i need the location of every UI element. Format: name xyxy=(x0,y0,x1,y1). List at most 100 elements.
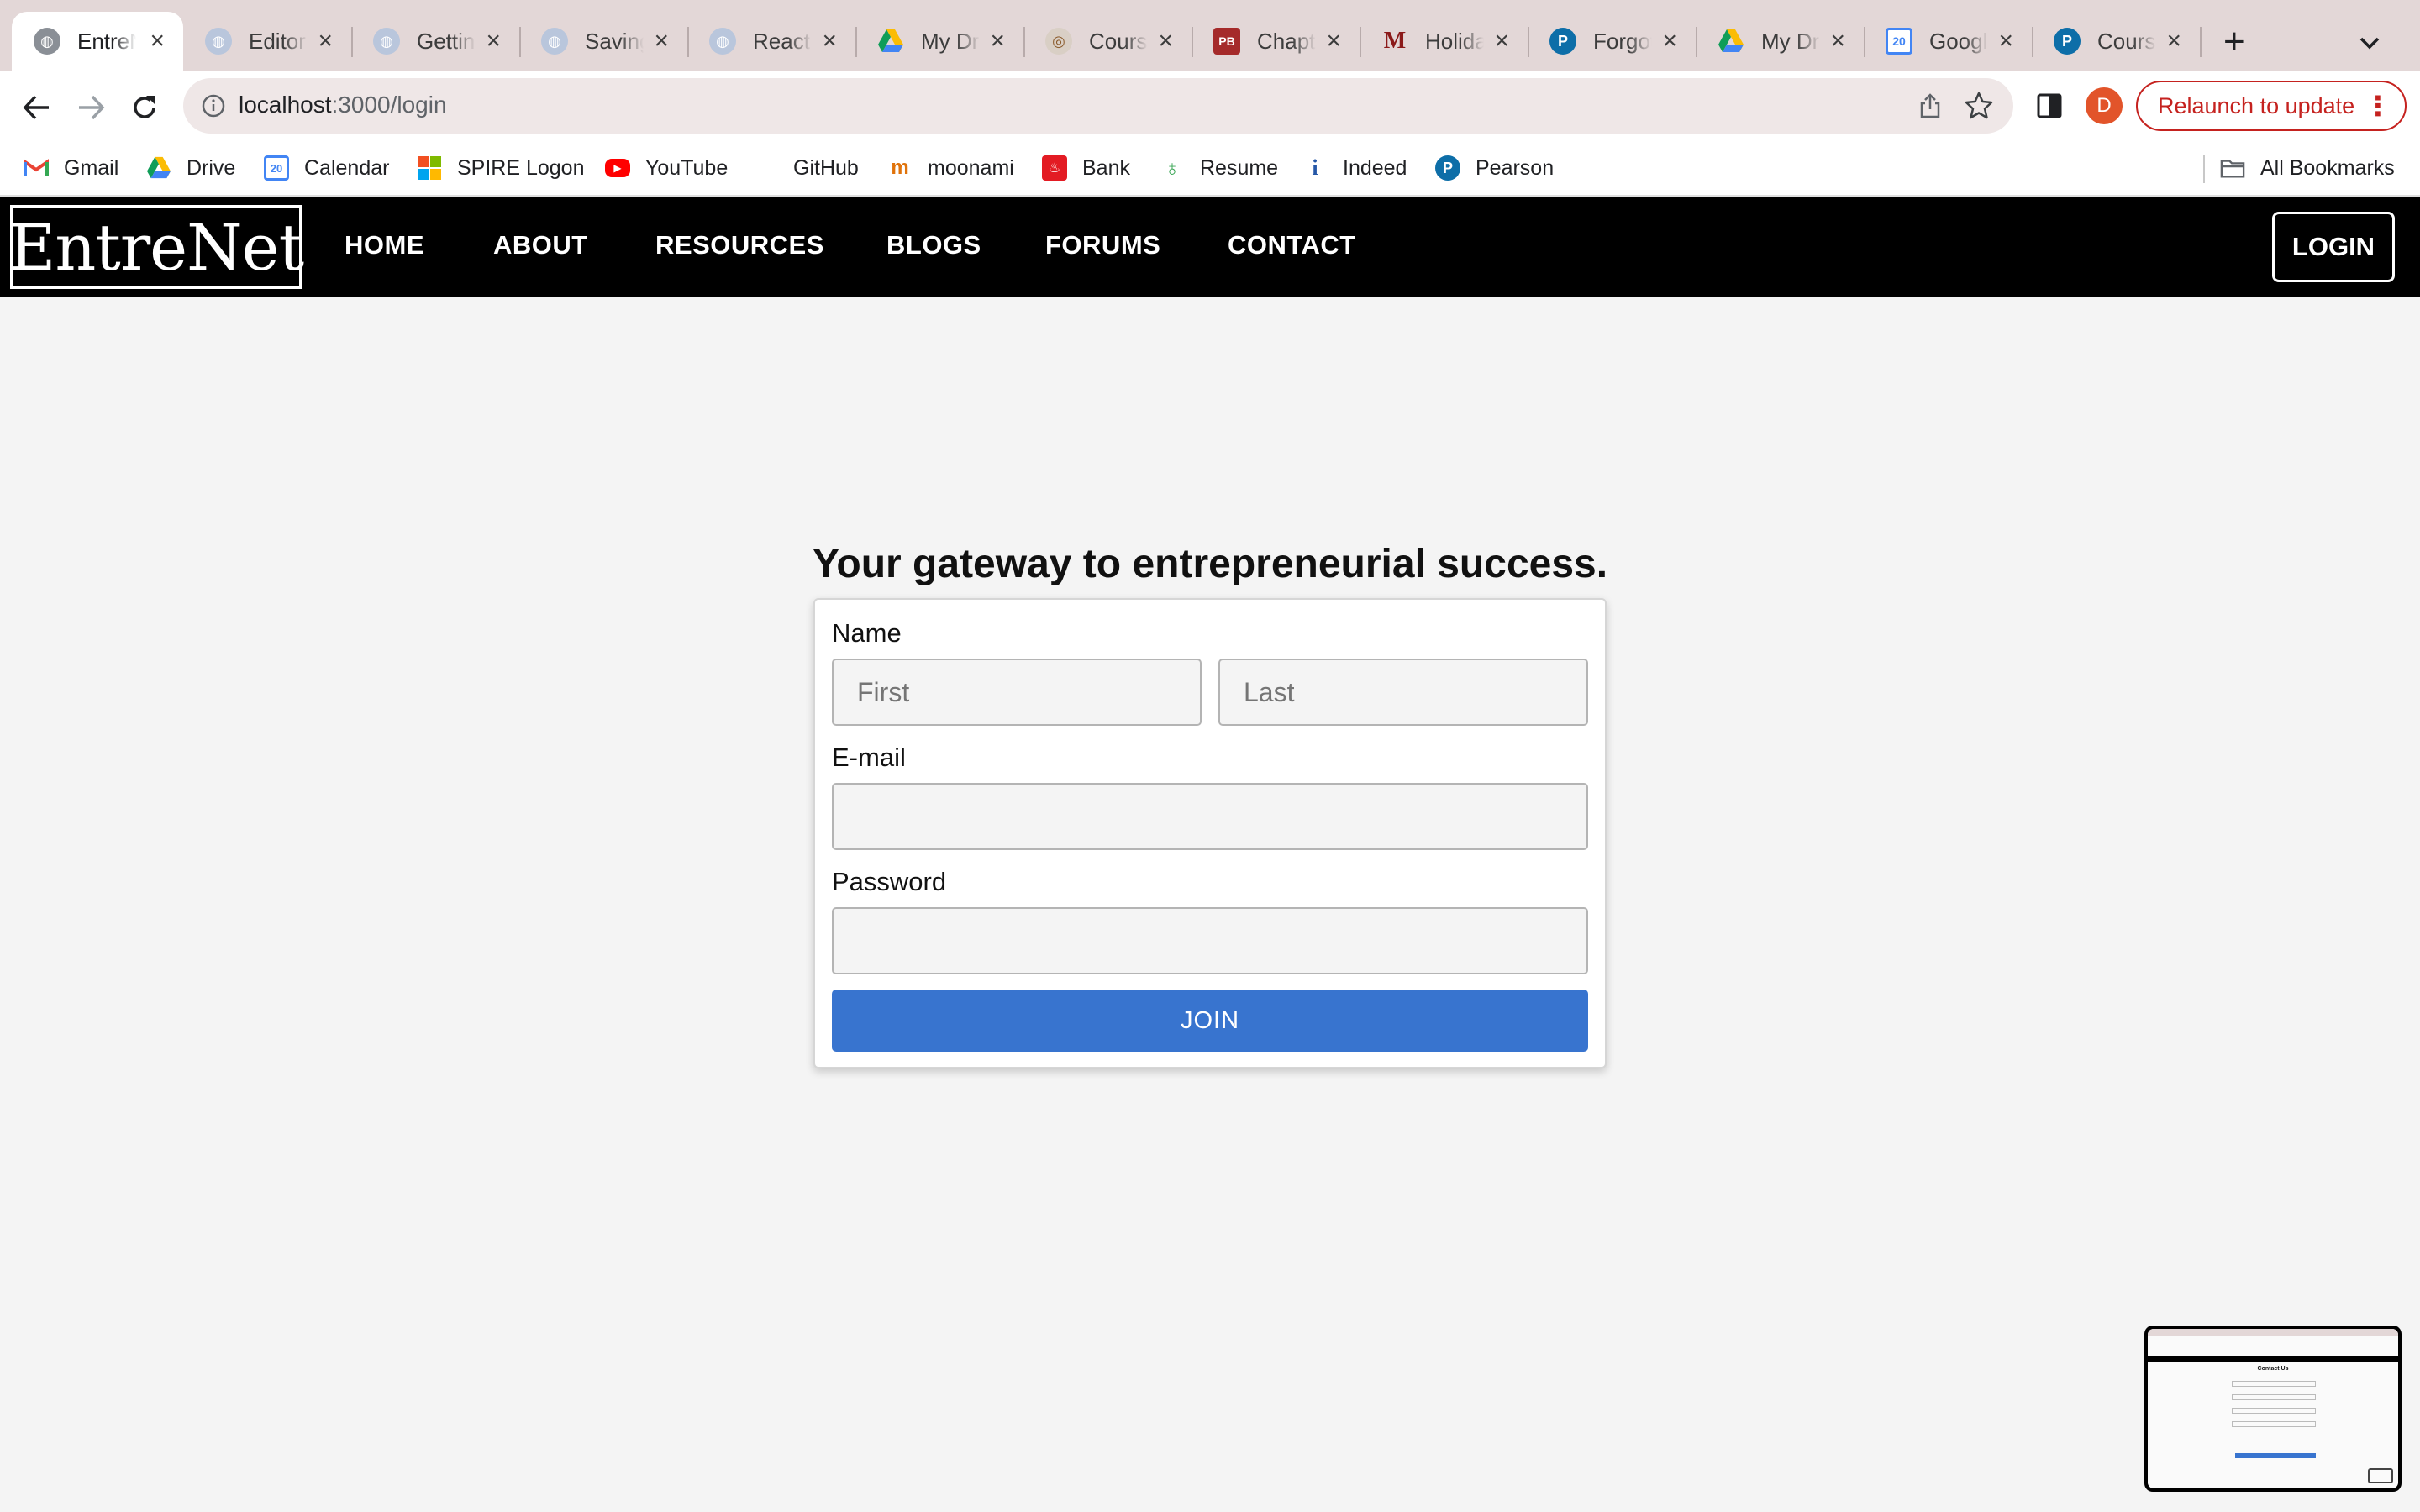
close-icon[interactable]: × xyxy=(822,27,837,55)
url-host: localhost xyxy=(239,92,332,118)
bookmark-label: Indeed xyxy=(1343,155,1407,180)
first-name-input[interactable] xyxy=(832,659,1202,726)
screenshot-thumbnail[interactable]: Contact Us xyxy=(2144,1326,2402,1492)
bookmark-label: Calendar xyxy=(304,155,390,180)
email-field[interactable] xyxy=(832,783,1588,850)
bookmark-github[interactable]: GitHub xyxy=(753,153,859,183)
close-icon[interactable]: × xyxy=(654,27,669,55)
thumbnail-navbar xyxy=(2148,1356,2398,1362)
tab-editor[interactable]: ◍ Editor × xyxy=(183,12,351,71)
password-field[interactable] xyxy=(832,907,1588,974)
join-button[interactable]: JOIN xyxy=(832,990,1588,1052)
tab-holiday[interactable]: M Holiday × xyxy=(1360,12,1528,71)
pearson-icon: P xyxy=(2054,28,2081,55)
tab-title: Getting xyxy=(417,28,476,54)
bookmark-pearson[interactable]: P Pearson xyxy=(1435,153,1554,183)
microsoft-icon xyxy=(417,155,442,181)
google-drive-icon xyxy=(146,155,171,181)
bookmark-calendar[interactable]: 20 Calendar xyxy=(264,153,389,183)
resume-icon: ♁ xyxy=(1164,155,1181,181)
close-icon[interactable]: × xyxy=(486,27,501,55)
reload-icon[interactable] xyxy=(126,89,163,126)
tab-my-drive-2[interactable]: My Drive × xyxy=(1696,12,1864,71)
tab-title: React xyxy=(753,28,810,54)
nav-home-link[interactable]: HOME xyxy=(345,230,424,260)
close-icon[interactable]: × xyxy=(150,27,165,55)
bookmark-bank[interactable]: ♨ Bank xyxy=(1042,153,1130,183)
profile-avatar[interactable]: D xyxy=(2086,87,2123,124)
bookmark-drive[interactable]: Drive xyxy=(146,153,235,183)
nav-forums-link[interactable]: FORUMS xyxy=(1045,230,1160,260)
forward-arrow-icon[interactable] xyxy=(72,89,109,126)
nav-resources-link[interactable]: RESOURCES xyxy=(655,230,824,260)
url-text[interactable]: localhost:3000/login xyxy=(239,92,447,118)
close-icon[interactable]: × xyxy=(1998,27,2013,55)
page-heading: Your gateway to entrepreneurial success. xyxy=(812,542,1608,586)
bookmark-gmail[interactable]: Gmail xyxy=(24,153,118,183)
thumbnail-button xyxy=(2235,1453,2316,1458)
close-icon[interactable]: × xyxy=(1830,27,1845,55)
tab-my-drive[interactable]: My Drive × xyxy=(855,12,1023,71)
name-label: Name xyxy=(832,618,902,648)
moonami-icon: m xyxy=(891,156,909,179)
new-tab-button[interactable]: + xyxy=(2223,20,2245,64)
last-name-input[interactable] xyxy=(1218,659,1588,726)
pb-icon: PB xyxy=(1213,28,1240,55)
all-bookmarks-button[interactable]: All Bookmarks xyxy=(2220,153,2395,183)
tab-chapter[interactable]: PB Chapter × xyxy=(1192,12,1360,71)
bookmark-label: moonami xyxy=(928,155,1014,180)
share-icon[interactable] xyxy=(1916,92,1944,120)
umass-m-icon: M xyxy=(1383,28,1407,54)
google-drive-icon xyxy=(877,28,904,55)
tab-title: Chapter xyxy=(1257,28,1316,54)
bookmark-youtube[interactable]: ▶ YouTube xyxy=(605,153,728,183)
bookmark-star-icon[interactable] xyxy=(1963,90,1995,122)
site-logo[interactable]: EntreNet xyxy=(9,205,304,289)
side-panel-icon[interactable] xyxy=(2037,93,2062,118)
gmail-icon xyxy=(24,155,49,181)
email-label: E-mail xyxy=(832,743,906,772)
address-bar[interactable]: localhost:3000/login xyxy=(183,78,2013,134)
indeed-icon: i xyxy=(1312,155,1318,180)
close-icon[interactable]: × xyxy=(1326,27,1341,55)
close-icon[interactable]: × xyxy=(990,27,1005,55)
nav-login-button[interactable]: LOGIN xyxy=(2272,212,2395,282)
bookmarks-bar: Gmail Drive 20 Calendar SPIRE Logon ▶ Yo… xyxy=(0,141,2420,197)
browser-tab-strip: ◍ EntreNet × ◍ Editor × ◍ Getting × ◍ Sa… xyxy=(0,0,2420,71)
nav-contact-link[interactable]: CONTACT xyxy=(1228,230,1356,260)
bookmark-spire-logon[interactable]: SPIRE Logon xyxy=(417,153,585,183)
back-arrow-icon[interactable] xyxy=(18,89,55,126)
tab-entrenet[interactable]: ◍ EntreNet × xyxy=(12,12,183,71)
site-info-icon[interactable] xyxy=(202,94,225,118)
chevron-down-icon[interactable] xyxy=(2353,29,2386,57)
bookmark-indeed[interactable]: i Indeed xyxy=(1302,153,1407,183)
tab-course[interactable]: ◎ Course × xyxy=(1023,12,1192,71)
tab-getting[interactable]: ◍ Getting × xyxy=(351,12,519,71)
tab-google[interactable]: 20 Google × xyxy=(1864,12,2032,71)
close-icon[interactable]: × xyxy=(318,27,333,55)
bookmark-resume[interactable]: ♁ Resume xyxy=(1160,153,1278,183)
tab-saving[interactable]: ◍ Saving × xyxy=(519,12,687,71)
course-icon: ◎ xyxy=(1045,28,1072,55)
nav-about-link[interactable]: ABOUT xyxy=(493,230,588,260)
thumbnail-window-icon xyxy=(2368,1468,2393,1483)
bookmark-label: GitHub xyxy=(793,155,859,180)
tab-title: Editor xyxy=(249,28,306,54)
bookmark-label: Bank xyxy=(1082,155,1130,180)
close-icon[interactable]: × xyxy=(1158,27,1173,55)
pearson-icon: P xyxy=(1549,28,1576,55)
tab-title: Forgot xyxy=(1593,28,1652,54)
browser-toolbar: localhost:3000/login D Relaunch to updat… xyxy=(0,71,2420,141)
relaunch-to-update-button[interactable]: Relaunch to update ⋮ xyxy=(2136,81,2407,131)
tab-forgot[interactable]: P Forgot × xyxy=(1528,12,1696,71)
more-menu-icon[interactable]: ⋮ xyxy=(2365,89,2391,123)
close-icon[interactable]: × xyxy=(1494,27,1509,55)
tab-react[interactable]: ◍ React × xyxy=(687,12,855,71)
tab-title: Course xyxy=(1089,28,1148,54)
nav-blogs-link[interactable]: BLOGS xyxy=(886,230,981,260)
close-icon[interactable]: × xyxy=(2166,27,2181,55)
all-bookmarks-label: All Bookmarks xyxy=(2260,155,2395,180)
tab-course-2[interactable]: P Course × xyxy=(2032,12,2200,71)
close-icon[interactable]: × xyxy=(1662,27,1677,55)
bookmark-moonami[interactable]: m moonami xyxy=(887,153,1014,183)
